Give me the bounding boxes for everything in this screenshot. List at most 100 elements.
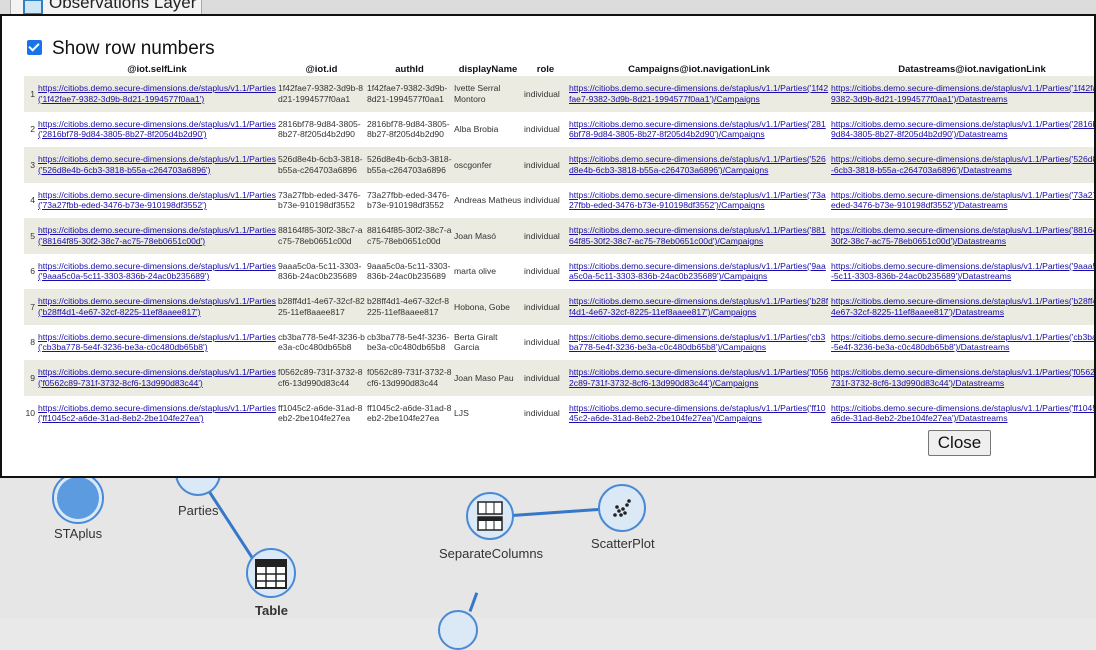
link[interactable]: https://citiobs.demo.secure-dimensions.d… bbox=[38, 119, 276, 140]
campaigns-link-cell[interactable]: https://citiobs.demo.secure-dimensions.d… bbox=[568, 324, 830, 360]
link[interactable]: https://citiobs.demo.secure-dimensions.d… bbox=[38, 403, 276, 424]
link[interactable]: https://citiobs.demo.secure-dimensions.d… bbox=[831, 83, 1094, 104]
auth-id-cell: 1f42fae7-9382-3d9b-8d21-1994577f0aa1 bbox=[366, 76, 453, 112]
auth-id-cell: 526d8e4b-6cb3-3818-b55a-c264703a6896 bbox=[366, 147, 453, 183]
link[interactable]: https://citiobs.demo.secure-dimensions.d… bbox=[569, 403, 826, 424]
campaigns-link-cell[interactable]: https://citiobs.demo.secure-dimensions.d… bbox=[568, 111, 830, 147]
campaigns-link-cell[interactable]: https://citiobs.demo.secure-dimensions.d… bbox=[568, 76, 830, 112]
data-table-dialog: Show row numbers @iot.selfLink @iot.id a… bbox=[0, 14, 1096, 478]
link[interactable]: https://citiobs.demo.secure-dimensions.d… bbox=[569, 225, 826, 246]
header-role[interactable]: role bbox=[523, 62, 568, 76]
datastreams-link-cell[interactable]: https://citiobs.demo.secure-dimensions.d… bbox=[830, 218, 1094, 254]
node-separatecolumns[interactable] bbox=[466, 492, 514, 540]
header-display-name[interactable]: displayName bbox=[453, 62, 523, 76]
link[interactable]: https://citiobs.demo.secure-dimensions.d… bbox=[38, 261, 276, 282]
self-link-cell[interactable]: https://citiobs.demo.secure-dimensions.d… bbox=[37, 360, 277, 396]
campaigns-link-cell[interactable]: https://citiobs.demo.secure-dimensions.d… bbox=[568, 182, 830, 218]
link[interactable]: https://citiobs.demo.secure-dimensions.d… bbox=[38, 190, 276, 211]
link[interactable]: https://citiobs.demo.secure-dimensions.d… bbox=[38, 332, 276, 353]
link[interactable]: https://citiobs.demo.secure-dimensions.d… bbox=[38, 225, 276, 246]
link[interactable]: https://citiobs.demo.secure-dimensions.d… bbox=[831, 261, 1094, 282]
close-button[interactable]: Close bbox=[928, 430, 991, 456]
link[interactable]: https://citiobs.demo.secure-dimensions.d… bbox=[831, 367, 1094, 388]
observations-layer-label: Observations Layer bbox=[49, 0, 197, 12]
link[interactable]: https://citiobs.demo.secure-dimensions.d… bbox=[569, 296, 828, 317]
datastreams-link-cell[interactable]: https://citiobs.demo.secure-dimensions.d… bbox=[830, 253, 1094, 289]
self-link-cell[interactable]: https://citiobs.demo.secure-dimensions.d… bbox=[37, 289, 277, 325]
node-staplus-label: STAplus bbox=[54, 526, 103, 541]
campaigns-link-cell[interactable]: https://citiobs.demo.secure-dimensions.d… bbox=[568, 289, 830, 325]
link[interactable]: https://citiobs.demo.secure-dimensions.d… bbox=[38, 83, 276, 104]
link[interactable]: https://citiobs.demo.secure-dimensions.d… bbox=[831, 119, 1094, 140]
table-row: 6 https://citiobs.demo.secure-dimensions.… bbox=[24, 253, 1094, 289]
observations-layer-tab[interactable]: Observations Layer bbox=[10, 0, 202, 15]
header-campaigns-link[interactable]: Campaigns@iot.navigationLink bbox=[568, 62, 830, 76]
datastreams-link-cell[interactable]: https://citiobs.demo.secure-dimensions.d… bbox=[830, 182, 1094, 218]
self-link-cell[interactable]: https://citiobs.demo.secure-dimensions.d… bbox=[37, 218, 277, 254]
table-row: 4 https://citiobs.demo.secure-dimensions.… bbox=[24, 182, 1094, 218]
datastreams-link-cell[interactable]: https://citiobs.demo.secure-dimensions.d… bbox=[830, 147, 1094, 183]
checkbox-checked-icon[interactable] bbox=[27, 40, 42, 55]
datastreams-link-cell[interactable]: https://citiobs.demo.secure-dimensions.d… bbox=[830, 76, 1094, 112]
node-table-label: Table bbox=[255, 603, 288, 618]
campaigns-link-cell[interactable]: https://citiobs.demo.secure-dimensions.d… bbox=[568, 360, 830, 396]
datastreams-link-cell[interactable]: https://citiobs.demo.secure-dimensions.d… bbox=[830, 360, 1094, 396]
link[interactable]: https://citiobs.demo.secure-dimensions.d… bbox=[569, 154, 826, 175]
header-auth-id[interactable]: authId bbox=[366, 62, 453, 76]
link[interactable]: https://citiobs.demo.secure-dimensions.d… bbox=[38, 367, 276, 388]
node-parties-label: Parties bbox=[178, 503, 219, 518]
link[interactable]: https://citiobs.demo.secure-dimensions.d… bbox=[831, 403, 1094, 424]
node-table[interactable] bbox=[246, 548, 296, 598]
link[interactable]: https://citiobs.demo.secure-dimensions.d… bbox=[569, 190, 826, 211]
display-name-cell: marta olive bbox=[453, 253, 523, 289]
show-row-numbers-checkbox[interactable]: Show row numbers bbox=[27, 38, 215, 60]
edge-scatterplot-separatecolumns bbox=[511, 507, 600, 517]
campaigns-link-cell[interactable]: https://citiobs.demo.secure-dimensions.d… bbox=[568, 218, 830, 254]
link[interactable]: https://citiobs.demo.secure-dimensions.d… bbox=[569, 261, 826, 282]
self-link-cell[interactable]: https://citiobs.demo.secure-dimensions.d… bbox=[37, 111, 277, 147]
link[interactable]: https://citiobs.demo.secure-dimensions.d… bbox=[38, 154, 276, 175]
self-link-cell[interactable]: https://citiobs.demo.secure-dimensions.d… bbox=[37, 253, 277, 289]
link[interactable]: https://citiobs.demo.secure-dimensions.d… bbox=[569, 332, 825, 353]
link[interactable]: https://citiobs.demo.secure-dimensions.d… bbox=[38, 296, 276, 317]
node-staplus[interactable] bbox=[52, 472, 104, 524]
link[interactable]: https://citiobs.demo.secure-dimensions.d… bbox=[831, 190, 1094, 211]
header-iot-id[interactable]: @iot.id bbox=[277, 62, 366, 76]
link[interactable]: https://citiobs.demo.secure-dimensions.d… bbox=[569, 83, 828, 104]
link[interactable]: https://citiobs.demo.secure-dimensions.d… bbox=[831, 332, 1094, 353]
self-link-cell[interactable]: https://citiobs.demo.secure-dimensions.d… bbox=[37, 395, 277, 431]
auth-id-cell: 88164f85-30f2-38c7-ac75-78eb0651c00d bbox=[366, 218, 453, 254]
link[interactable]: https://citiobs.demo.secure-dimensions.d… bbox=[831, 225, 1094, 246]
self-link-cell[interactable]: https://citiobs.demo.secure-dimensions.d… bbox=[37, 147, 277, 183]
header-datastreams-link[interactable]: Datastreams@iot.navigationLink bbox=[830, 62, 1094, 76]
table-row: 10 https://citiobs.demo.secure-dimensions… bbox=[24, 395, 1094, 431]
link[interactable]: https://citiobs.demo.secure-dimensions.d… bbox=[569, 119, 826, 140]
campaigns-link-cell[interactable]: https://citiobs.demo.secure-dimensions.d… bbox=[568, 147, 830, 183]
self-link-cell[interactable]: https://citiobs.demo.secure-dimensions.d… bbox=[37, 76, 277, 112]
link[interactable]: https://citiobs.demo.secure-dimensions.d… bbox=[831, 296, 1094, 317]
self-link-cell[interactable]: https://citiobs.demo.secure-dimensions.d… bbox=[37, 182, 277, 218]
node-partial-bottom[interactable] bbox=[438, 610, 478, 650]
node-scatterplot-label: ScatterPlot bbox=[591, 536, 655, 551]
display-name-cell: Joan Maso Pau bbox=[453, 360, 523, 396]
staplus-icon bbox=[57, 477, 99, 519]
self-link-cell[interactable]: https://citiobs.demo.secure-dimensions.d… bbox=[37, 324, 277, 360]
header-self-link[interactable]: @iot.selfLink bbox=[37, 62, 277, 76]
table-icon bbox=[255, 559, 287, 589]
table-row: 3 https://citiobs.demo.secure-dimensions.… bbox=[24, 147, 1094, 183]
datastreams-link-cell[interactable]: https://citiobs.demo.secure-dimensions.d… bbox=[830, 395, 1094, 431]
node-scatterplot[interactable] bbox=[598, 484, 646, 532]
link[interactable]: https://citiobs.demo.secure-dimensions.d… bbox=[569, 367, 828, 388]
link[interactable]: https://citiobs.demo.secure-dimensions.d… bbox=[831, 154, 1094, 175]
campaigns-link-cell[interactable]: https://citiobs.demo.secure-dimensions.d… bbox=[568, 395, 830, 431]
row-number: 6 bbox=[24, 253, 37, 289]
campaigns-link-cell[interactable]: https://citiobs.demo.secure-dimensions.d… bbox=[568, 253, 830, 289]
row-number: 3 bbox=[24, 147, 37, 183]
show-row-numbers-label: Show row numbers bbox=[52, 38, 215, 59]
datastreams-link-cell[interactable]: https://citiobs.demo.secure-dimensions.d… bbox=[830, 111, 1094, 147]
table-body: 1 https://citiobs.demo.secure-dimensions.… bbox=[24, 76, 1094, 431]
table-row: 5 https://citiobs.demo.secure-dimensions.… bbox=[24, 218, 1094, 254]
datastreams-link-cell[interactable]: https://citiobs.demo.secure-dimensions.d… bbox=[830, 324, 1094, 360]
display-name-cell: Berta Giralt Garcia bbox=[453, 324, 523, 360]
datastreams-link-cell[interactable]: https://citiobs.demo.secure-dimensions.d… bbox=[830, 289, 1094, 325]
